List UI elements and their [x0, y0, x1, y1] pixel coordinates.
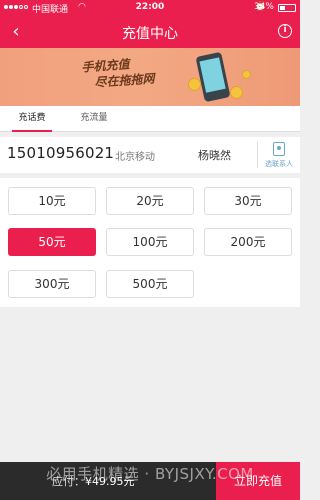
- amount-option[interactable]: 300元: [8, 270, 96, 298]
- amount-option[interactable]: 100元: [106, 228, 194, 256]
- tab-data-plan[interactable]: 充流量: [72, 106, 116, 132]
- coin-icon: [188, 78, 201, 91]
- nav-bar: ‹ 充值中心 i: [0, 16, 300, 48]
- contact-name: 杨晓然: [198, 149, 231, 162]
- select-contact-button[interactable]: 选联系人: [258, 137, 300, 173]
- battery-icon: [278, 4, 296, 12]
- pay-now-button[interactable]: 立即充值: [216, 462, 300, 500]
- phone-number-input[interactable]: 15010956021: [7, 144, 114, 162]
- operator-label: 北京移动: [115, 152, 155, 163]
- banner-slogan: 手机充值 尽在拖拖网: [81, 55, 155, 92]
- select-contact-label: 选联系人: [265, 160, 293, 168]
- checkout-bar: 应付：¥49.95元 立即充值: [0, 462, 300, 500]
- amount-option[interactable]: 500元: [106, 270, 194, 298]
- amount-option[interactable]: 20元: [106, 187, 194, 215]
- phone-illustration-icon: [195, 51, 231, 103]
- page-title: 充值中心: [122, 26, 178, 42]
- tab-phone-credit[interactable]: 充话费: [12, 106, 52, 132]
- amount-option[interactable]: 50元: [8, 228, 96, 256]
- price-value: ¥49.95元: [85, 475, 135, 488]
- amount-grid: 10元 20元 30元 50元 100元 200元 300元 500元: [0, 178, 300, 307]
- coin-icon: [242, 70, 251, 79]
- recharge-tabs: 充话费 充流量: [0, 106, 300, 132]
- amount-option[interactable]: 10元: [8, 187, 96, 215]
- amount-option[interactable]: 30元: [204, 187, 292, 215]
- status-bar: 中国联通 ◠ 22:00 ⏰ 34%: [0, 0, 300, 16]
- amount-option[interactable]: 200元: [204, 228, 292, 256]
- address-book-icon: [273, 142, 285, 156]
- coin-icon: [230, 86, 243, 99]
- total-price: 应付：¥49.95元: [52, 473, 135, 489]
- price-label: 应付：: [52, 475, 85, 488]
- phone-number-row: 15010956021 北京移动 杨晓然 选联系人: [0, 137, 300, 173]
- info-icon[interactable]: i: [278, 24, 292, 38]
- battery-percent: 34%: [253, 2, 274, 12]
- promo-banner[interactable]: 手机充值 尽在拖拖网: [0, 48, 300, 106]
